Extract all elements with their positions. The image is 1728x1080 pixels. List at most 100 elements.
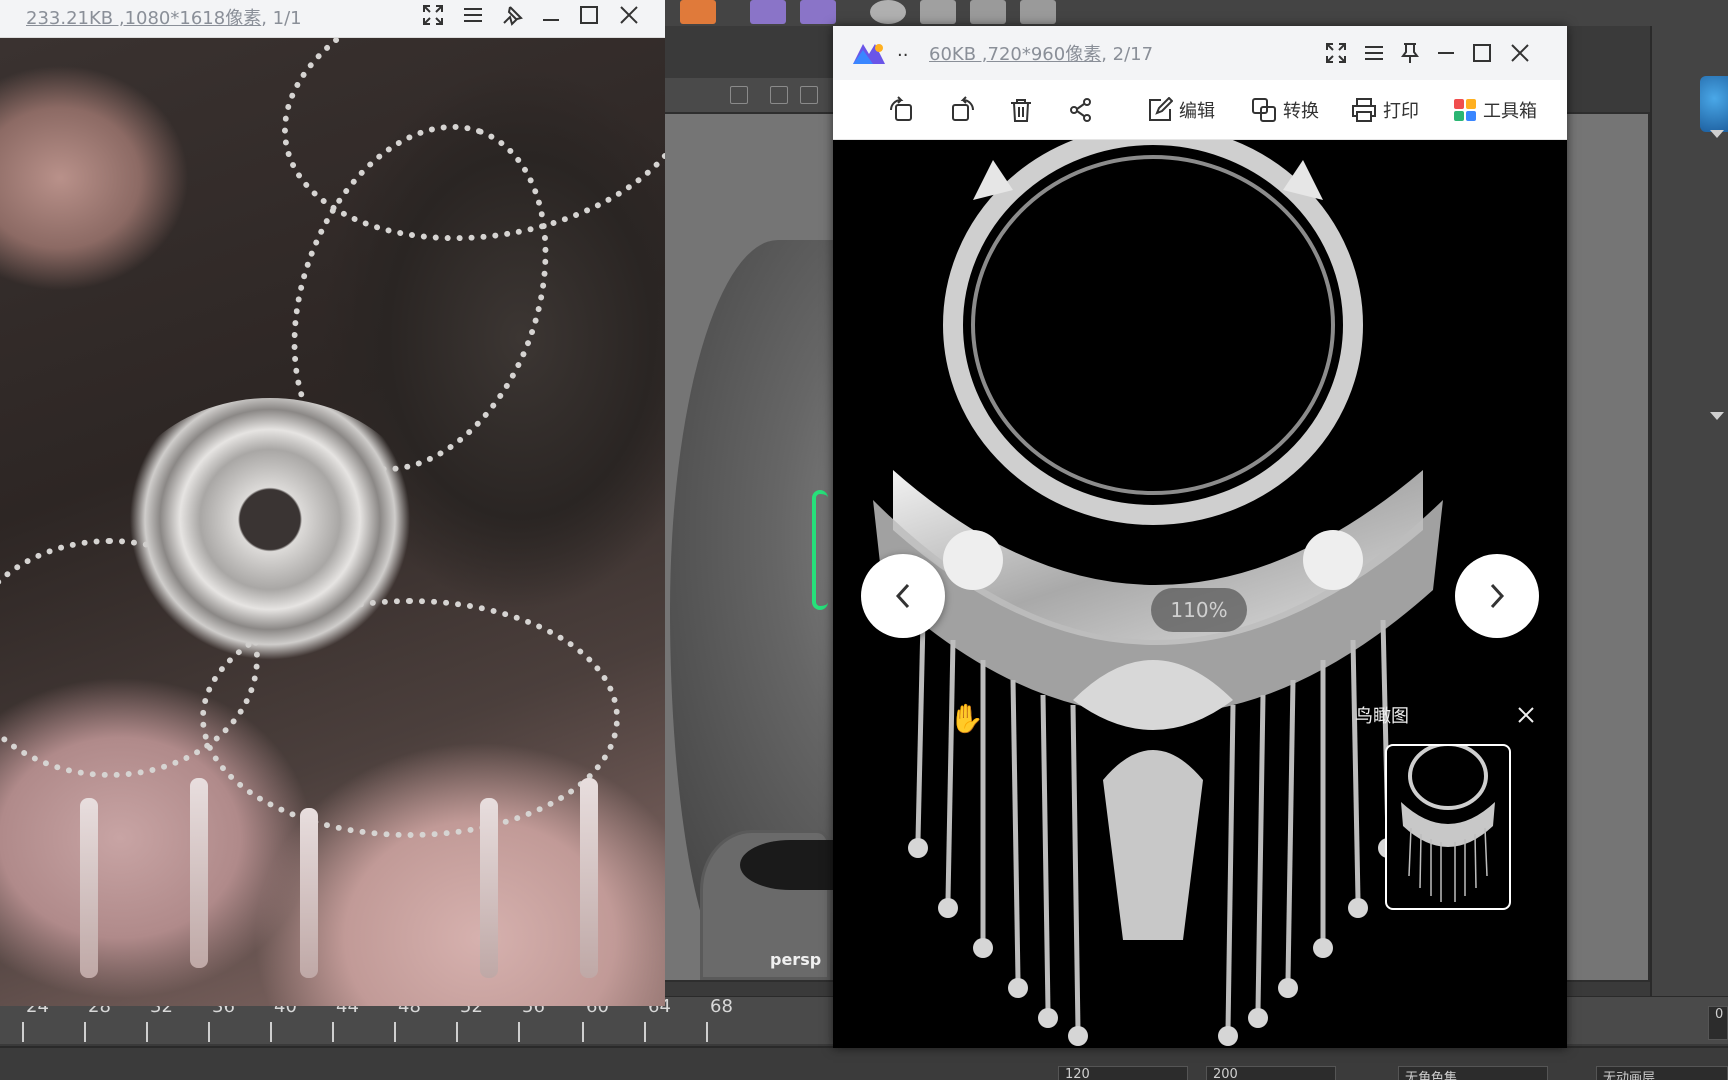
tool-icon[interactable]: [770, 86, 788, 104]
maximize-icon: [1473, 44, 1491, 62]
timeline-tick: [644, 1022, 646, 1042]
silver-dangle: [80, 798, 98, 978]
toolbox-label: 工具箱: [1483, 101, 1537, 122]
silver-disc-ornament: [110, 398, 430, 668]
rotate-left-icon: [890, 96, 912, 121]
timeline-tick: [208, 1022, 210, 1042]
left-viewer-titlebar: 233.21KB ,1080*1618像素, 1/1: [0, 0, 665, 38]
timeline-tick: [332, 1022, 334, 1042]
maximize-button[interactable]: [574, 0, 604, 30]
convert-button[interactable]: 转换: [1251, 94, 1319, 126]
pin-button[interactable]: [498, 0, 528, 30]
print-button[interactable]: 打印: [1351, 94, 1419, 126]
image-canvas[interactable]: 110% ✋ 鸟瞰图: [833, 140, 1567, 1048]
pin-button[interactable]: [1395, 38, 1425, 68]
image-info: 60KB ,720*960像素, 2/17: [929, 40, 1153, 66]
menu-icon: [1365, 46, 1383, 60]
menu-button[interactable]: [458, 0, 488, 30]
desktop: persp 24283236404448525660646811612 120 …: [0, 0, 1728, 1080]
timeline-tick: [518, 1022, 520, 1042]
page-counter: , 1/1: [261, 8, 302, 29]
side-panel: [1650, 26, 1728, 1026]
fullscreen-button[interactable]: [1321, 38, 1351, 68]
share-icon: [1070, 98, 1091, 122]
tool-icon[interactable]: [920, 0, 956, 24]
maximize-icon: [580, 6, 598, 24]
close-icon: [1518, 707, 1534, 723]
pin-icon: [1401, 43, 1419, 63]
right-viewer-titlebar: .. 60KB ,720*960像素, 2/17: [833, 26, 1567, 80]
tool-icon[interactable]: [870, 0, 906, 24]
rotate-left-button[interactable]: [887, 94, 915, 126]
printer-icon: [1352, 98, 1376, 122]
timeline-tick: [146, 1022, 148, 1042]
silver-dangle: [480, 798, 498, 978]
close-button[interactable]: [614, 0, 644, 30]
minimize-button[interactable]: [1431, 38, 1461, 68]
menu-button[interactable]: [1359, 38, 1389, 68]
fullscreen-button[interactable]: [418, 0, 448, 30]
birdseye-title: 鸟瞰图: [1355, 706, 1409, 727]
3d-model-shadow: [740, 840, 840, 890]
chevron-left-icon: [895, 583, 910, 609]
convert-icon: [1252, 98, 1276, 122]
range-end-field[interactable]: 200: [1206, 1066, 1336, 1080]
tool-icon[interactable]: [680, 0, 716, 24]
tool-icon[interactable]: [730, 86, 748, 104]
birdseye-thumbnail: [1401, 746, 1495, 902]
toolbox-icon: [1454, 99, 1476, 121]
minimize-icon: [1438, 52, 1454, 54]
app-logo-icon: [853, 44, 885, 64]
timeline-tick: [84, 1022, 86, 1042]
folder-path[interactable]: ..: [897, 40, 908, 61]
minimize-icon: [543, 19, 559, 21]
birdseye-navigator[interactable]: [1385, 744, 1511, 910]
timeline-tick: [394, 1022, 396, 1042]
file-info-link[interactable]: 233.21KB ,1080*1618像素: [26, 8, 261, 29]
anim-layer-field[interactable]: 无动画层: [1596, 1066, 1728, 1080]
edit-button[interactable]: 编辑: [1147, 94, 1215, 126]
fullscreen-icon: [423, 5, 443, 25]
menu-icon: [464, 8, 482, 22]
dropdown-arrow-icon[interactable]: [1710, 130, 1724, 138]
rotate-right-button[interactable]: [949, 94, 977, 126]
delete-button[interactable]: [1007, 94, 1035, 126]
hand-cursor-icon: ✋: [949, 702, 984, 735]
close-icon: [1511, 44, 1529, 62]
previous-image-button[interactable]: [861, 554, 945, 638]
app-logo-icon: [1700, 76, 1728, 132]
tool-icon[interactable]: [800, 0, 836, 24]
photo-hair-ornament[interactable]: [0, 0, 665, 1006]
tool-icon[interactable]: [750, 0, 786, 24]
current-frame-field[interactable]: 0: [1708, 1006, 1728, 1040]
close-button[interactable]: [1505, 38, 1535, 68]
minimize-button[interactable]: [536, 0, 566, 30]
dropdown-arrow-icon[interactable]: [1710, 412, 1724, 420]
image-info: 233.21KB ,1080*1618像素, 1/1: [26, 4, 302, 30]
chevron-right-icon: [1490, 583, 1505, 609]
maximize-button[interactable]: [1467, 38, 1497, 68]
birdseye-close-button[interactable]: [1517, 706, 1537, 726]
timeline-tick: [706, 1022, 708, 1042]
tool-icon[interactable]: [800, 86, 818, 104]
timeline-tick: [456, 1022, 458, 1042]
pin-icon: [503, 6, 523, 26]
silver-dangle: [300, 808, 318, 978]
toolbox-button[interactable]: 工具箱: [1453, 94, 1537, 126]
file-info-link[interactable]: 60KB ,720*960像素: [929, 44, 1101, 65]
tool-icon[interactable]: [1020, 0, 1056, 24]
character-set-field[interactable]: 无角色集: [1398, 1066, 1548, 1080]
background-app-toolbar: [660, 0, 1728, 26]
fullscreen-icon: [1326, 43, 1346, 63]
tool-icon[interactable]: [970, 0, 1006, 24]
silver-dangle: [190, 778, 208, 968]
rig-control-curve[interactable]: [812, 490, 828, 610]
edit-icon: [1149, 97, 1173, 121]
next-image-button[interactable]: [1455, 554, 1539, 638]
share-button[interactable]: [1067, 94, 1095, 126]
left-image-viewer-window: 233.21KB ,1080*1618像素, 1/1: [0, 0, 665, 1006]
silver-dangle: [580, 778, 598, 978]
range-start-field[interactable]: 120: [1058, 1066, 1188, 1080]
timeline-tick: [270, 1022, 272, 1042]
viewport-camera-label: persp: [770, 950, 822, 969]
